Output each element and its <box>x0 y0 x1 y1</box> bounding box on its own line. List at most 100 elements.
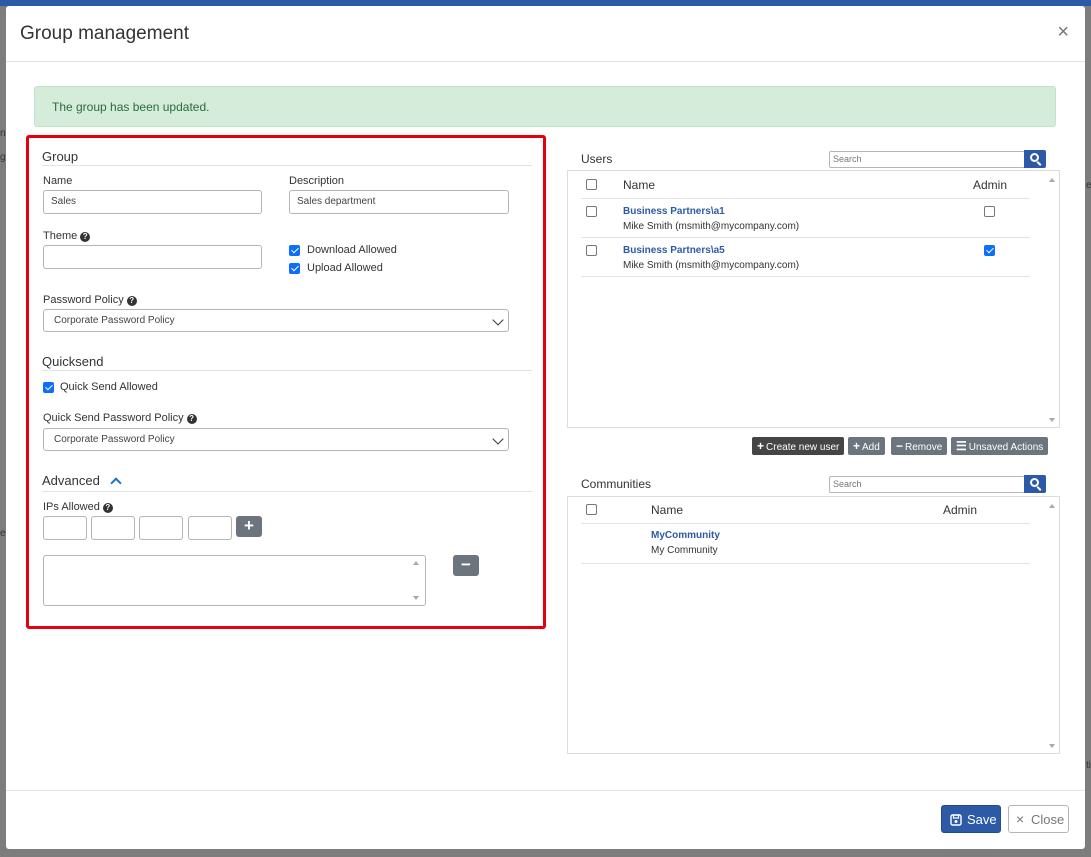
password-policy-select[interactable]: Corporate Password Policy <box>43 309 509 332</box>
upload-allowed-checkbox[interactable] <box>289 263 300 274</box>
add-ip-button[interactable]: + <box>236 516 262 537</box>
scroll-down-icon[interactable] <box>1049 418 1055 422</box>
user-name-link[interactable]: Business Partners\a1 <box>623 206 725 217</box>
users-col-name: Name <box>623 178 656 192</box>
dialog-title: Group management <box>20 23 189 44</box>
save-label: Save <box>967 812 997 827</box>
divider <box>581 198 1030 199</box>
communities-title: Communities <box>581 477 652 491</box>
password-policy-label-text: Password Policy <box>43 294 124 306</box>
remove-ip-button[interactable]: − <box>453 555 479 576</box>
scroll-down-icon[interactable] <box>1049 744 1055 748</box>
user-detail: Mike Smith (msmith@mycompany.com) <box>623 260 800 271</box>
plus-icon: + <box>757 439 765 453</box>
user-row-checkbox[interactable] <box>586 245 597 256</box>
close-button[interactable]: × Close <box>1008 805 1069 833</box>
list-icon: ☰ <box>956 439 967 453</box>
password-policy-value: Corporate Password Policy <box>54 315 175 326</box>
community-detail: My Community <box>651 545 718 556</box>
user-admin-checkbox[interactable] <box>984 245 995 256</box>
name-input[interactable]: Sales <box>43 190 262 214</box>
user-name-link[interactable]: Business Partners\a5 <box>623 245 725 256</box>
quicksend-section-title: Quicksend <box>42 354 104 369</box>
add-user-button[interactable]: + Add <box>848 437 885 455</box>
close-label: Close <box>1031 812 1065 827</box>
unsaved-actions-button[interactable]: ☰ Unsaved Actions <box>951 437 1049 455</box>
quick-send-password-policy-label-text: Quick Send Password Policy <box>43 412 184 424</box>
plus-icon: + <box>853 439 861 453</box>
ip-octet-input[interactable] <box>91 516 135 540</box>
ip-octet-input[interactable] <box>188 516 232 540</box>
divider <box>581 237 1030 238</box>
community-name-link[interactable]: MyCommunity <box>651 530 720 541</box>
quick-send-password-policy-select[interactable]: Corporate Password Policy <box>43 428 509 451</box>
unsaved-actions-label: Unsaved Actions <box>968 442 1044 453</box>
advanced-section-title: Advanced <box>42 473 100 488</box>
save-button[interactable]: Save <box>941 805 1001 833</box>
users-col-admin: Admin <box>973 178 1008 192</box>
communities-col-admin: Admin <box>943 503 978 517</box>
remove-user-button[interactable]: − Remove <box>891 437 948 455</box>
users-search-input[interactable]: Search <box>829 151 1025 168</box>
background-fragment: n <box>0 128 6 139</box>
users-table: Name Admin Business Partners\a1 Mike Smi… <box>567 170 1060 428</box>
quick-send-password-policy-label: Quick Send Password Policy? <box>43 412 197 424</box>
close-icon[interactable]: × <box>1057 22 1069 42</box>
divider <box>42 370 532 371</box>
download-allowed-checkbox[interactable] <box>289 245 300 256</box>
help-icon[interactable]: ? <box>126 296 137 306</box>
ips-list-textarea[interactable] <box>43 555 426 606</box>
users-title: Users <box>581 152 613 166</box>
theme-label: Theme? <box>43 230 91 242</box>
create-new-user-button[interactable]: + Create new user <box>752 437 845 455</box>
description-input[interactable]: Sales department <box>289 190 509 214</box>
theme-label-text: Theme <box>43 230 78 242</box>
scroll-down-icon[interactable] <box>413 596 419 600</box>
upload-allowed-label: Upload Allowed <box>307 262 383 274</box>
help-icon[interactable]: ? <box>102 503 113 513</box>
group-management-dialog: Group management × The group has been up… <box>6 6 1085 849</box>
users-search-button[interactable] <box>1024 150 1046 168</box>
quick-send-allowed-label: Quick Send Allowed <box>60 381 158 393</box>
background-fragment: e <box>0 528 6 539</box>
dialog-header: Group management × <box>6 6 1085 62</box>
scroll-up-icon[interactable] <box>1049 504 1055 508</box>
floppy-disk-icon <box>950 814 962 826</box>
users-select-all-checkbox[interactable] <box>586 179 597 190</box>
download-allowed-label: Download Allowed <box>307 244 397 256</box>
divider <box>581 563 1030 564</box>
divider <box>42 165 532 166</box>
communities-table: Name Admin MyCommunity My Community <box>567 496 1060 754</box>
communities-select-all-checkbox[interactable] <box>586 504 597 515</box>
ip-octet-input[interactable] <box>139 516 183 540</box>
ip-octet-input[interactable] <box>43 516 87 540</box>
quick-send-password-policy-value: Corporate Password Policy <box>54 434 175 445</box>
name-label: Name <box>43 175 73 187</box>
group-section-title: Group <box>42 149 79 164</box>
remove-user-label: Remove <box>905 442 943 453</box>
communities-col-name: Name <box>651 503 684 517</box>
ips-allowed-label: IPs Allowed? <box>43 501 113 513</box>
help-icon[interactable]: ? <box>186 414 197 424</box>
background-fragment: g <box>0 152 6 163</box>
quick-send-allowed-checkbox[interactable] <box>43 382 54 393</box>
footer-divider <box>6 790 1085 791</box>
ips-allowed-label-text: IPs Allowed <box>43 501 100 513</box>
divider <box>581 276 1030 277</box>
chevron-down-icon <box>492 433 504 445</box>
divider <box>581 523 1030 524</box>
communities-search-button[interactable] <box>1024 475 1046 493</box>
scroll-up-icon[interactable] <box>413 561 419 565</box>
scroll-up-icon[interactable] <box>1049 178 1055 182</box>
add-user-label: Add <box>862 442 880 453</box>
theme-input[interactable] <box>43 245 262 269</box>
user-detail: Mike Smith (msmith@mycompany.com) <box>623 221 800 232</box>
description-label: Description <box>289 175 345 187</box>
user-admin-checkbox[interactable] <box>984 206 995 217</box>
background-fragment: e <box>1086 180 1091 191</box>
password-policy-label: Password Policy? <box>43 294 137 306</box>
help-icon[interactable]: ? <box>80 232 91 242</box>
communities-search-input[interactable]: Search <box>829 476 1025 493</box>
user-row-checkbox[interactable] <box>586 206 597 217</box>
close-icon: × <box>1016 811 1025 827</box>
